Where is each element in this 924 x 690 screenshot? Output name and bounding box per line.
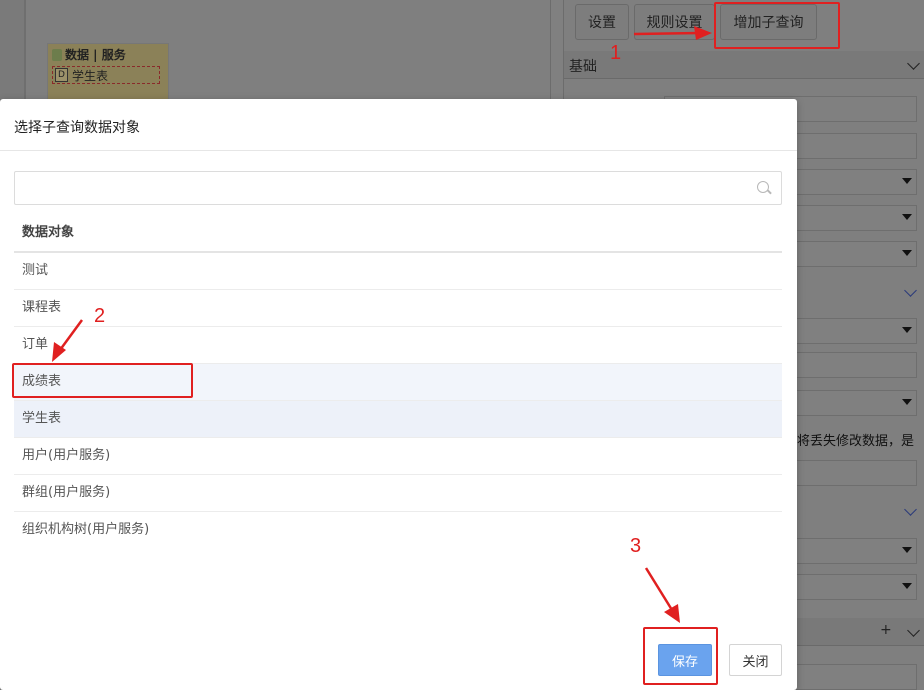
- list-item[interactable]: 订单: [14, 327, 782, 364]
- caret-down-icon: [902, 178, 912, 184]
- entity-row[interactable]: D 学生表: [52, 66, 160, 84]
- list-item[interactable]: 测试: [14, 253, 782, 290]
- close-button[interactable]: 关闭: [729, 644, 782, 676]
- search-box[interactable]: [14, 171, 782, 205]
- list-header: 数据对象: [14, 214, 782, 253]
- caret-down-icon: [902, 583, 912, 589]
- search-input[interactable]: [21, 172, 745, 204]
- data-object-icon: D: [55, 68, 68, 82]
- caret-down-icon: [902, 214, 912, 220]
- rule-settings-button[interactable]: 规则设置: [634, 4, 715, 40]
- list-item[interactable]: 群组(用户服务): [14, 475, 782, 512]
- annotation-number-2: 2: [94, 305, 106, 327]
- list-item[interactable]: 组织机构树(用户服务): [14, 512, 782, 548]
- list-item[interactable]: 课程表: [14, 290, 782, 327]
- plus-icon[interactable]: +: [880, 622, 892, 638]
- highlight-box-2: [12, 363, 193, 398]
- dialog-title: 选择子查询数据对象: [14, 120, 140, 136]
- list-item[interactable]: 用户(用户服务): [14, 438, 782, 475]
- warning-text: 将丢失修改数据，是: [797, 434, 915, 449]
- highlight-box-1: [714, 2, 840, 49]
- dialog-divider: [0, 150, 797, 151]
- highlight-box-3: [643, 627, 718, 685]
- database-icon: [52, 48, 62, 61]
- section-basic-label: 基础: [569, 59, 597, 75]
- entity-row-label: 学生表: [72, 68, 109, 83]
- caret-down-icon: [902, 399, 912, 405]
- caret-down-icon: [902, 250, 912, 256]
- list-item[interactable]: 学生表: [14, 401, 782, 438]
- caret-down-icon: [902, 547, 912, 553]
- search-icon[interactable]: [757, 181, 769, 193]
- settings-button[interactable]: 设置: [575, 4, 629, 40]
- entity-box[interactable]: 数据 | 服务 D 学生表: [47, 43, 169, 101]
- annotation-number-3: 3: [630, 535, 642, 557]
- entity-header-label: 数据 | 服务: [65, 48, 126, 62]
- entity-header: 数据 | 服务: [52, 46, 126, 63]
- annotation-number-1: 1: [610, 42, 622, 64]
- caret-down-icon: [902, 327, 912, 333]
